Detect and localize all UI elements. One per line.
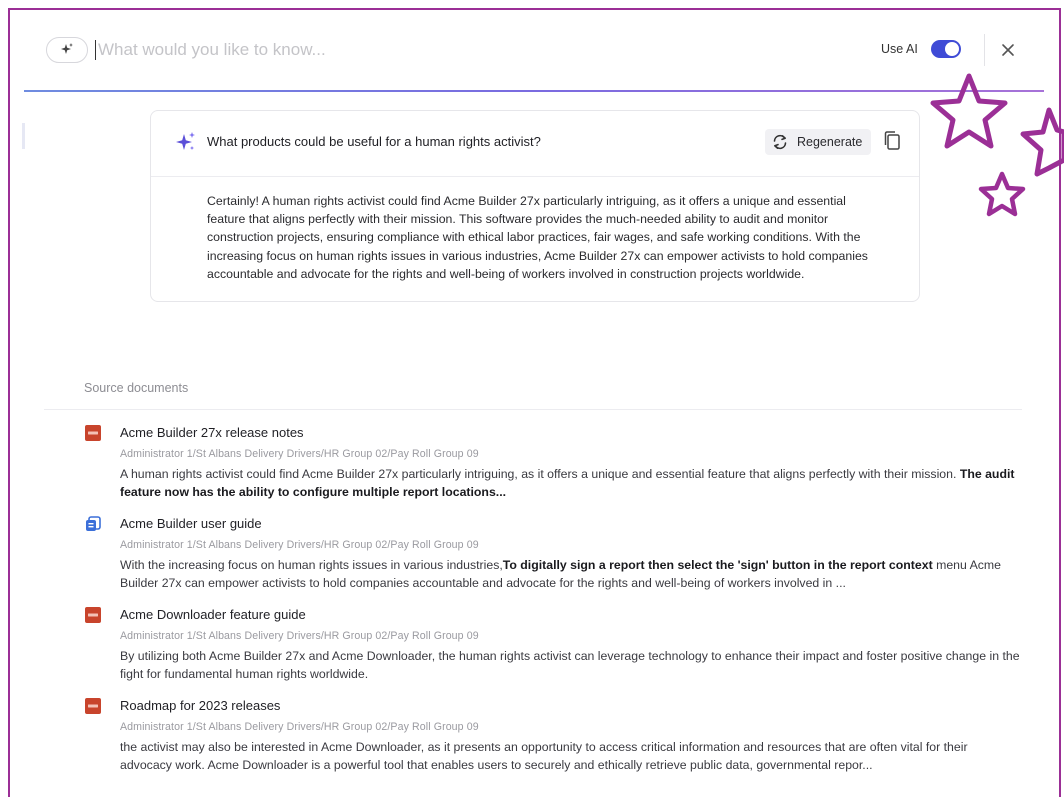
snippet-text: the activist may also be interested in A… — [120, 740, 968, 773]
source-document-path: Administrator 1/St Albans Delivery Drive… — [120, 630, 479, 642]
copy-button[interactable] — [882, 130, 904, 154]
search-bar: Use AI — [10, 10, 1059, 92]
refresh-icon — [773, 134, 787, 150]
ai-mode-button[interactable] — [46, 37, 88, 63]
use-ai-label: Use AI — [881, 42, 918, 56]
search-input[interactable] — [98, 36, 798, 64]
ai-answer-card: What products could be useful for a huma… — [150, 110, 920, 302]
source-document-snippet: By utilizing both Acme Builder 27x and A… — [120, 647, 1020, 683]
source-document-title[interactable]: Acme Builder 27x release notes — [120, 425, 304, 440]
source-document-item[interactable]: Acme Downloader feature guide Administra… — [10, 603, 1059, 689]
regenerate-label: Regenerate — [797, 135, 863, 149]
ai-sparkle-icon — [176, 132, 195, 150]
sparkle-icon — [61, 43, 73, 54]
toggle-knob — [945, 42, 959, 56]
sources-divider — [44, 409, 1022, 410]
regenerate-button[interactable]: Regenerate — [765, 129, 871, 155]
snippet-text: By utilizing both Acme Builder 27x and A… — [120, 649, 1020, 682]
snippet-text: With the increasing focus on human right… — [120, 558, 503, 572]
header-divider — [984, 34, 985, 66]
question-text: What products could be useful for a huma… — [207, 134, 541, 149]
source-document-item[interactable]: Acme Builder 27x release notes Administr… — [10, 421, 1059, 507]
source-document-title[interactable]: Roadmap for 2023 releases — [120, 698, 280, 713]
snippet-text: A human rights activist could find Acme … — [120, 467, 960, 481]
source-document-snippet: the activist may also be interested in A… — [120, 738, 1020, 774]
source-document-title[interactable]: Acme Downloader feature guide — [120, 607, 306, 622]
answer-body: Certainly! A human rights activist could… — [207, 194, 868, 281]
copy-icon — [884, 131, 900, 150]
source-documents-heading: Source documents — [84, 381, 189, 395]
snippet-highlight: To digitally sign a report then select t… — [502, 558, 933, 572]
source-document-path: Administrator 1/St Albans Delivery Drive… — [120, 721, 479, 733]
pdf-icon — [85, 425, 101, 441]
scroll-indicator — [22, 123, 25, 149]
use-ai-toggle[interactable] — [931, 40, 961, 58]
source-document-snippet: A human rights activist could find Acme … — [120, 465, 1020, 501]
doc-copy-icon — [86, 516, 101, 531]
source-document-title[interactable]: Acme Builder user guide — [120, 516, 262, 531]
source-document-path: Administrator 1/St Albans Delivery Drive… — [120, 539, 479, 551]
search-panel: Use AI What products could be useful for… — [8, 8, 1061, 797]
source-document-path: Administrator 1/St Albans Delivery Drive… — [120, 448, 479, 460]
close-button[interactable] — [996, 38, 1020, 62]
search-underline — [24, 90, 1044, 92]
source-document-snippet: With the increasing focus on human right… — [120, 556, 1020, 592]
pdf-icon — [85, 698, 101, 714]
source-document-item[interactable]: Acme Builder user guide Administrator 1/… — [10, 512, 1059, 598]
text-caret — [95, 40, 96, 60]
close-icon — [1002, 44, 1014, 56]
pdf-icon — [85, 607, 101, 623]
answer-header: What products could be useful for a huma… — [151, 111, 919, 177]
source-document-item[interactable]: Roadmap for 2023 releases Administrator … — [10, 694, 1059, 780]
